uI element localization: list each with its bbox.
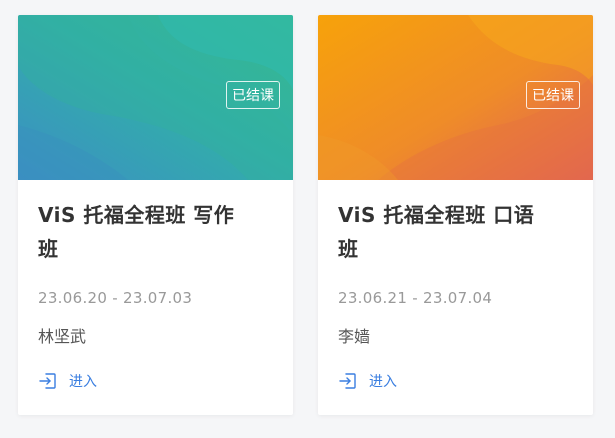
course-banner: 已结课: [18, 15, 293, 180]
course-title: ViS 托福全程班 口语 班: [338, 198, 573, 266]
course-title-line-1: ViS 托福全程班 口语: [338, 203, 535, 227]
enter-button[interactable]: 进入: [38, 371, 97, 391]
status-badge: 已结课: [526, 81, 580, 109]
course-title: ViS 托福全程班 写作 班: [38, 198, 273, 266]
login-icon: [338, 371, 358, 391]
course-banner: 已结课: [318, 15, 593, 180]
enter-button[interactable]: 进入: [338, 371, 397, 391]
login-icon: [38, 371, 58, 391]
course-card-speaking[interactable]: 已结课 ViS 托福全程班 口语 班 23.06.21 - 23.07.04 李…: [318, 15, 593, 415]
course-teacher: 李嫱: [338, 327, 371, 346]
course-title-line-2: 班: [338, 237, 359, 261]
course-dates: 23.06.21 - 23.07.04: [338, 289, 493, 307]
enter-label: 进入: [369, 374, 397, 390]
course-card-writing[interactable]: 已结课 ViS 托福全程班 写作 班 23.06.20 - 23.07.03 林…: [18, 15, 293, 415]
course-title-line-1: ViS 托福全程班 写作: [38, 203, 235, 227]
course-title-line-2: 班: [38, 237, 59, 261]
course-dates: 23.06.20 - 23.07.03: [38, 289, 193, 307]
status-badge: 已结课: [226, 81, 280, 109]
course-teacher: 林坚武: [38, 327, 87, 346]
enter-label: 进入: [69, 374, 97, 390]
